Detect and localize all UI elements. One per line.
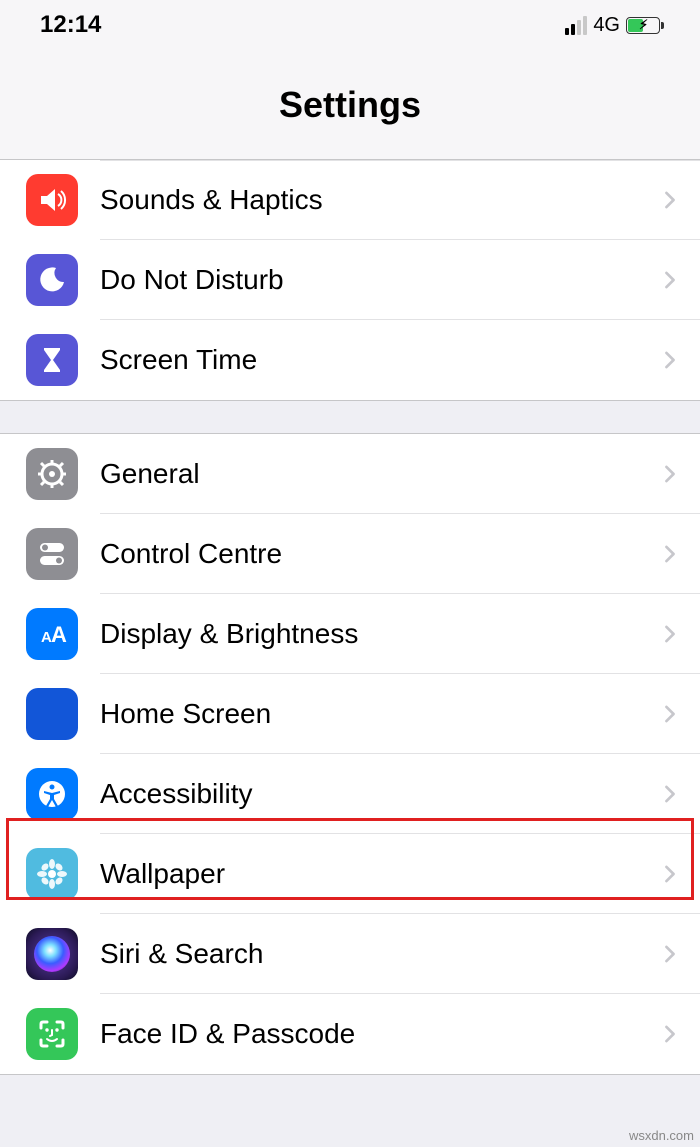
- chevron-right-icon: [662, 943, 678, 965]
- signal-icon: [565, 16, 587, 35]
- status-bar: 12:14 4G ⚡︎: [0, 0, 700, 50]
- settings-row-label: Home Screen: [100, 698, 662, 730]
- settings-row-home-screen[interactable]: Home Screen: [0, 674, 700, 754]
- hourglass-icon: [26, 334, 78, 386]
- toggles-icon: [26, 528, 78, 580]
- chevron-right-icon: [662, 349, 678, 371]
- speaker-icon: [26, 174, 78, 226]
- flower-icon: [26, 848, 78, 900]
- text-size-icon: [26, 608, 78, 660]
- chevron-right-icon: [662, 189, 678, 211]
- navigation-header: Settings: [0, 50, 700, 160]
- settings-row-general[interactable]: General: [0, 434, 700, 514]
- settings-row-wallpaper[interactable]: Wallpaper: [0, 834, 700, 914]
- settings-row-label: Do Not Disturb: [100, 264, 662, 296]
- settings-row-siri-search[interactable]: Siri & Search: [0, 914, 700, 994]
- gear-icon: [26, 448, 78, 500]
- settings-row-face-id-passcode[interactable]: Face ID & Passcode: [0, 994, 700, 1074]
- settings-row-sounds-haptics[interactable]: Sounds & Haptics: [0, 160, 700, 240]
- settings-row-display-brightness[interactable]: Display & Brightness: [0, 594, 700, 674]
- chevron-right-icon: [662, 703, 678, 725]
- chevron-right-icon: [662, 623, 678, 645]
- settings-row-accessibility[interactable]: Accessibility: [0, 754, 700, 834]
- settings-row-label: Accessibility: [100, 778, 662, 810]
- settings-row-label: Siri & Search: [100, 938, 662, 970]
- status-indicators: 4G ⚡︎: [565, 14, 660, 37]
- settings-row-label: Screen Time: [100, 344, 662, 376]
- chevron-right-icon: [662, 1023, 678, 1045]
- chevron-right-icon: [662, 269, 678, 291]
- settings-row-label: Face ID & Passcode: [100, 1018, 662, 1050]
- chevron-right-icon: [662, 783, 678, 805]
- settings-row-do-not-disturb[interactable]: Do Not Disturb: [0, 240, 700, 320]
- settings-group: Sounds & Haptics Do Not Disturb Screen Tim…: [0, 160, 700, 401]
- settings-row-label: Sounds & Haptics: [100, 184, 662, 216]
- accessibility-icon: [26, 768, 78, 820]
- chevron-right-icon: [662, 543, 678, 565]
- faceid-icon: [26, 1008, 78, 1060]
- settings-row-label: Control Centre: [100, 538, 662, 570]
- settings-group: General Control Centre Display & Brightnes…: [0, 433, 700, 1075]
- chevron-right-icon: [662, 463, 678, 485]
- settings-row-label: Wallpaper: [100, 858, 662, 890]
- chevron-right-icon: [662, 863, 678, 885]
- status-time: 12:14: [40, 11, 101, 39]
- home-grid-icon: [26, 688, 78, 740]
- watermark: wsxdn.com: [629, 1128, 694, 1143]
- settings-row-control-centre[interactable]: Control Centre: [0, 514, 700, 594]
- network-label: 4G: [593, 14, 620, 37]
- battery-charging-icon: ⚡︎: [626, 17, 660, 34]
- siri-icon: [26, 928, 78, 980]
- moon-icon: [26, 254, 78, 306]
- page-title: Settings: [279, 84, 421, 126]
- settings-row-label: General: [100, 458, 662, 490]
- settings-row-label: Display & Brightness: [100, 618, 662, 650]
- settings-row-screen-time[interactable]: Screen Time: [0, 320, 700, 400]
